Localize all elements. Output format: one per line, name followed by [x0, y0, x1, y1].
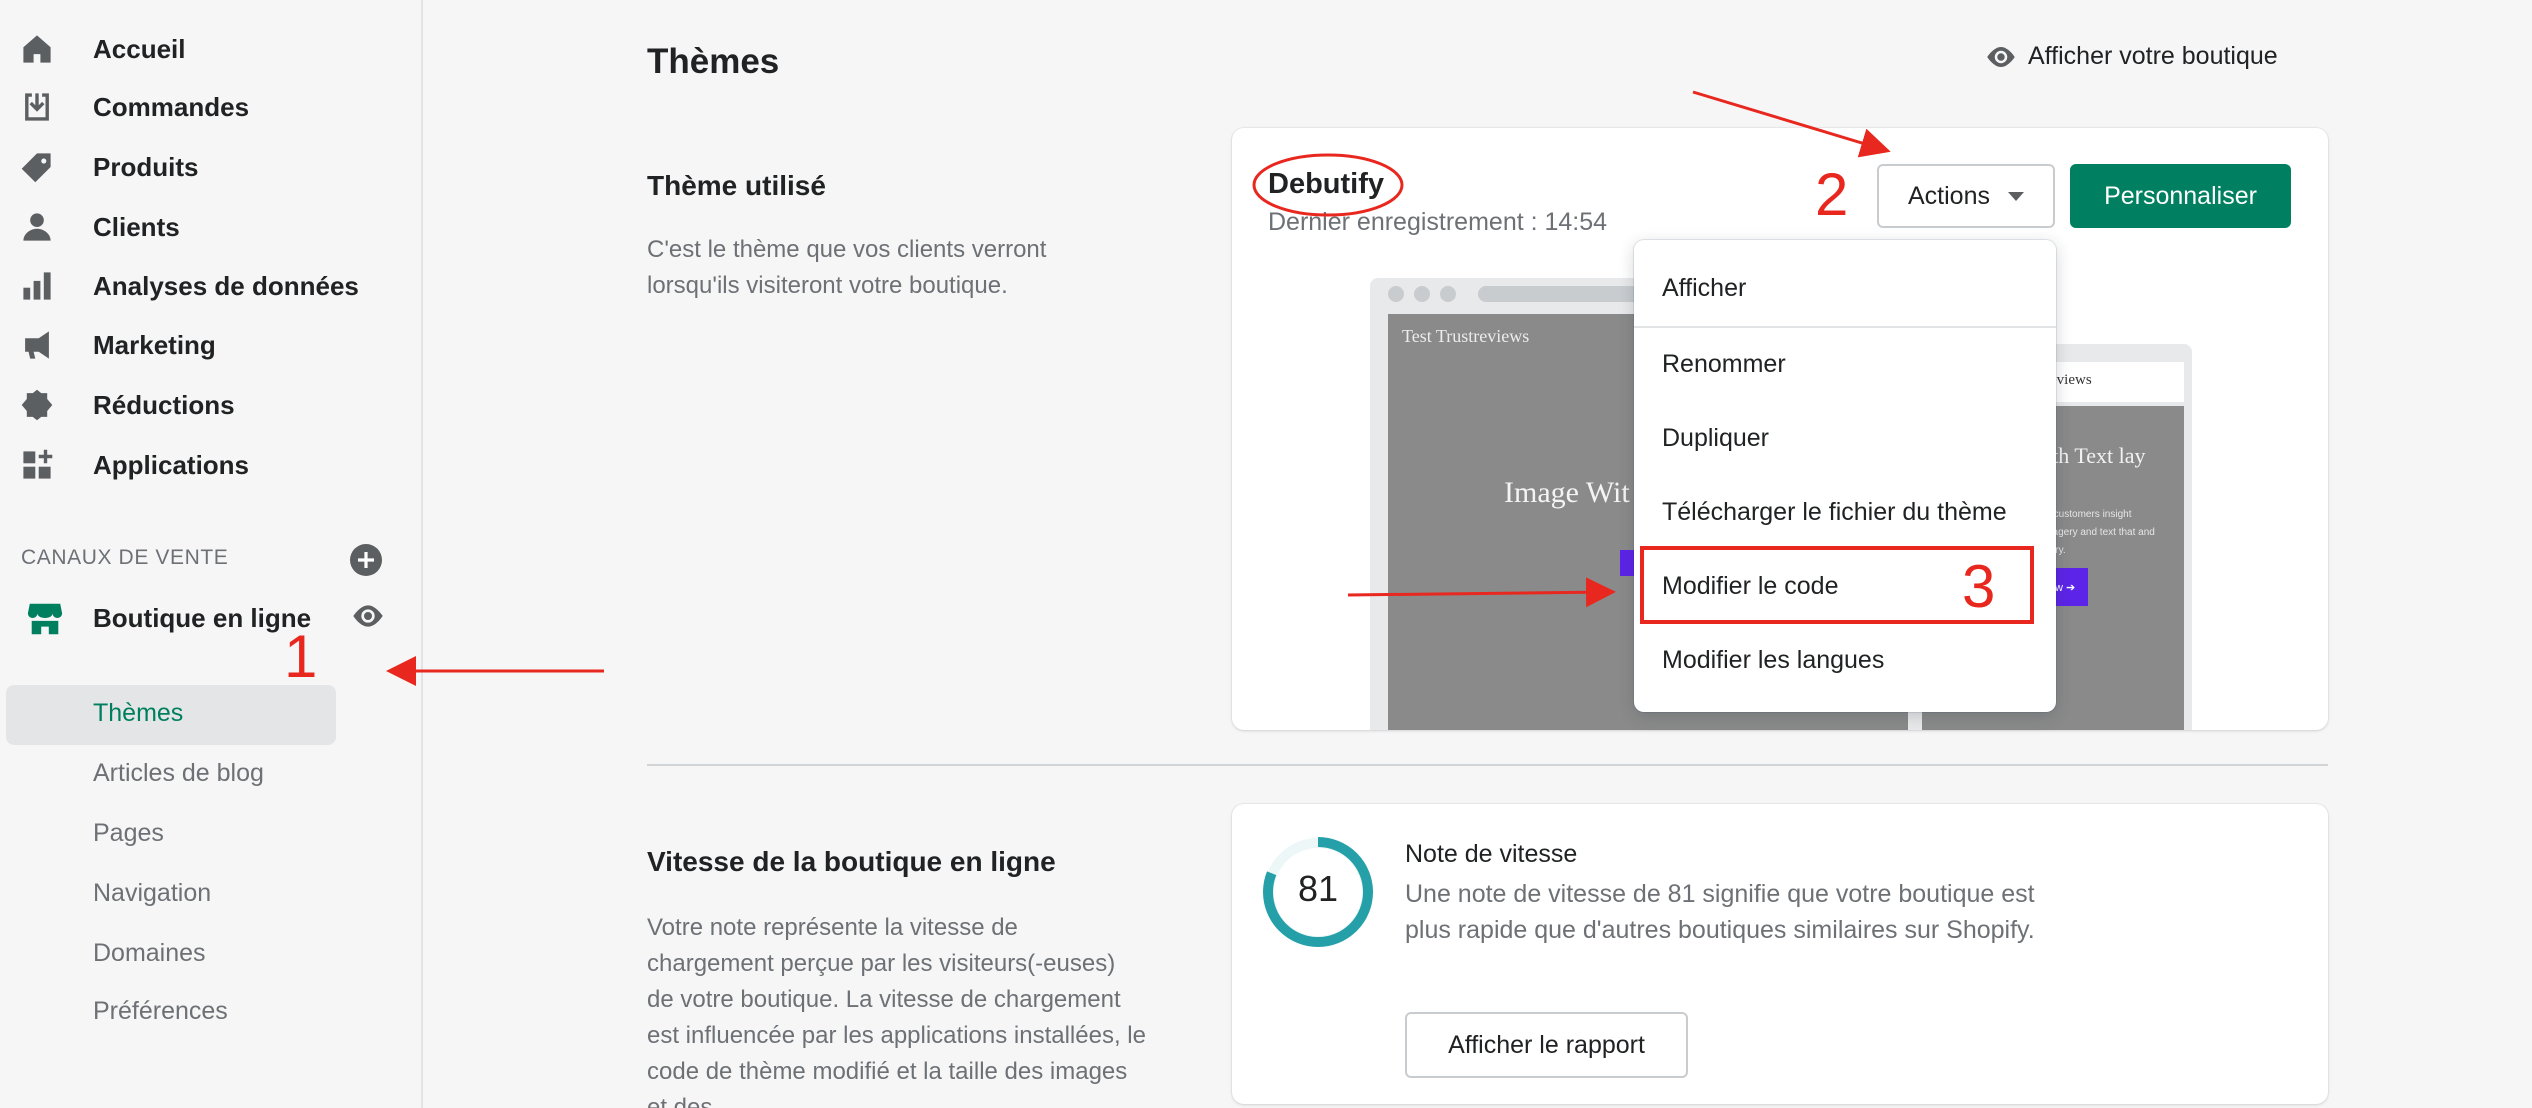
sidebar-item-label: Applications [93, 449, 250, 480]
apps-icon [20, 445, 72, 485]
section-divider [647, 764, 2328, 766]
sidebar-subitem-navigation[interactable]: Navigation [93, 879, 211, 908]
sidebar-item-label: Accueil [93, 33, 186, 64]
speed-card [1232, 804, 2328, 1104]
actions-button[interactable]: Actions [1877, 164, 2055, 228]
speed-score: 81 [1297, 868, 1339, 909]
menu-item-dupliquer[interactable]: Dupliquer [1662, 424, 1769, 453]
person-icon [20, 207, 72, 247]
sidebar-item-marketing[interactable]: Marketing [20, 317, 216, 373]
annotation-step-2: 2 [1815, 161, 1849, 228]
menu-item-telecharger[interactable]: Télécharger le fichier du thème [1662, 498, 2007, 527]
menu-item-modifier-langues[interactable]: Modifier les langues [1662, 646, 1884, 675]
sidebar-subitem-themes[interactable]: Thèmes [93, 699, 183, 728]
sidebar-item-commandes[interactable]: Commandes [20, 79, 249, 135]
browser-dots [1388, 286, 1456, 302]
customize-button[interactable]: Personnaliser [2070, 164, 2291, 228]
sidebar-subitem-blog[interactable]: Articles de blog [93, 759, 264, 788]
sidebar-item-produits[interactable]: Produits [20, 139, 198, 195]
mobile-brand: eviews [2050, 372, 2092, 388]
sidebar-item-label: Réductions [93, 389, 235, 420]
sidebar-item-label: Clients [93, 211, 180, 242]
sidebar-item-label: Marketing [93, 329, 216, 360]
home-icon [20, 29, 72, 69]
sidebar-item-clients[interactable]: Clients [20, 199, 180, 255]
view-store-link[interactable]: Afficher votre boutique [1986, 42, 2278, 71]
sidebar-item-reductions[interactable]: Réductions [20, 377, 235, 433]
eye-icon [1987, 46, 2015, 67]
preview-heading: Image Wit [1504, 476, 1630, 509]
sidebar-subitem-pages[interactable]: Pages [93, 819, 164, 848]
menu-item-afficher[interactable]: Afficher [1662, 274, 1746, 303]
last-saved: Dernier enregistrement : 14:54 [1268, 208, 1608, 236]
megaphone-icon [20, 325, 72, 365]
annotation-step-3: 3 [1962, 553, 1996, 620]
view-report-button[interactable]: Afficher le rapport [1405, 1012, 1688, 1078]
current-theme-title: Thème utilisé [647, 170, 826, 201]
sidebar-item-analyses[interactable]: Analyses de données [20, 258, 359, 314]
mobile-heading: ith Text lay [2046, 443, 2146, 468]
add-circle-icon[interactable] [350, 544, 382, 576]
speed-section-title: Vitesse de la boutique en ligne [647, 846, 1056, 877]
speed-description: Une note de vitesse de 81 signifie que v… [1405, 880, 2035, 944]
theme-name: Debutify [1268, 168, 1384, 200]
caret-down-icon [2007, 191, 2024, 201]
menu-item-renommer[interactable]: Renommer [1662, 350, 1786, 379]
speed-title: Note de vitesse [1405, 840, 1578, 868]
orders-icon [20, 87, 72, 127]
sidebar-item-label: Boutique en ligne [93, 603, 312, 633]
sales-channels-title: CANAUX DE VENTE [21, 546, 229, 569]
sidebar: Accueil Commandes Produits Clients Analy… [0, 0, 423, 1108]
sidebar-item-accueil[interactable]: Accueil [20, 21, 186, 77]
sidebar-item-applications[interactable]: Applications [20, 437, 249, 493]
bar-chart-icon [20, 266, 72, 306]
preview-brand: Test Trustreviews [1402, 326, 1530, 346]
sidebar-item-label: Produits [93, 151, 199, 182]
sidebar-subitem-domains[interactable]: Domaines [93, 939, 206, 968]
discount-icon [20, 385, 72, 425]
store-icon [27, 603, 63, 635]
page-title: Thèmes [647, 42, 780, 81]
eye-icon[interactable] [352, 604, 384, 628]
actions-dropdown: Afficher Renommer Dupliquer Télécharger … [1634, 240, 2056, 712]
sidebar-item-label: Commandes [93, 91, 250, 122]
menu-divider [1634, 326, 2056, 328]
tag-icon [20, 147, 72, 187]
actions-label: Actions [1908, 181, 1990, 210]
speed-section-description: Votre note représente la vitesse de char… [647, 914, 1146, 1108]
view-store-label: Afficher votre boutique [2028, 42, 2278, 70]
current-theme-description: C'est le thème que vos clients verront l… [647, 236, 1047, 299]
sidebar-subitem-preferences[interactable]: Préférences [93, 997, 228, 1026]
sidebar-item-label: Analyses de données [93, 270, 359, 301]
mobile-text: ur customers insight imagery and text th… [2042, 509, 2155, 556]
annotation-step-1: 1 [284, 623, 318, 690]
